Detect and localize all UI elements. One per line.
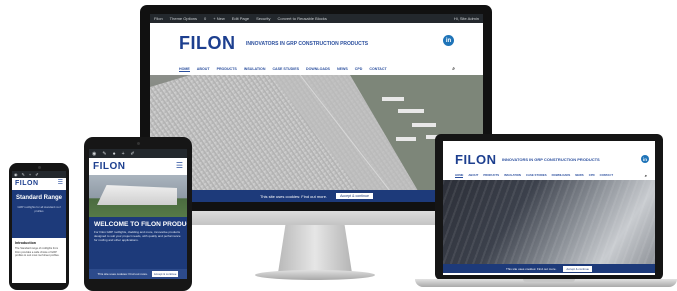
phone-page-banner: Standard Range GRP rooflights for all st… bbox=[12, 190, 66, 238]
site-logo[interactable]: FILON bbox=[179, 33, 236, 54]
admin-bar-item[interactable]: Theme Options bbox=[170, 16, 197, 21]
tablet-site-logo[interactable]: FILON bbox=[93, 161, 126, 172]
linkedin-icon[interactable]: in bbox=[641, 155, 649, 163]
intro-title: Introduction bbox=[15, 241, 36, 245]
admin-bar-item[interactable]: Security bbox=[256, 16, 270, 21]
nav-item-contact[interactable]: CONTACT bbox=[600, 173, 613, 177]
search-icon[interactable]: ⌕ bbox=[452, 66, 455, 72]
laptop-screen: FILON INNOVATORS IN GRP CONSTRUCTION PRO… bbox=[443, 141, 655, 275]
admin-bar-account[interactable]: Hi, Site Admin bbox=[454, 16, 479, 21]
hamburger-menu-icon[interactable]: ☰ bbox=[58, 179, 63, 186]
site-tagline: INNOVATORS IN GRP CONSTRUCTION PRODUCTS bbox=[246, 41, 369, 47]
nav-item-case-studies[interactable]: CASE STUDIES bbox=[526, 173, 547, 177]
phone-admin-bar: ◉ ✎ + ✐ bbox=[12, 171, 66, 178]
devices-mockup: Filon Theme Options 0 + New Edit Page Se… bbox=[0, 0, 677, 291]
tablet-screen: ◉ ✎ ● + ✐ FILON ☰ WELCOME TO FILON PRODU… bbox=[89, 149, 187, 279]
nav-item-cpd[interactable]: CPD bbox=[589, 173, 595, 177]
pencil-icon[interactable]: ✐ bbox=[35, 172, 38, 177]
search-icon[interactable]: ⌕ bbox=[645, 173, 647, 178]
add-new-icon[interactable]: + bbox=[29, 172, 31, 177]
laptop-site-header: FILON INNOVATORS IN GRP CONSTRUCTION PRO… bbox=[443, 141, 655, 169]
nav-item-about[interactable]: ABOUT bbox=[468, 173, 478, 177]
phone-screen: ◉ ✎ + ✐ FILON ☰ Standard Range GRP roofl… bbox=[12, 171, 66, 283]
site-header: FILON INNOVATORS IN GRP CONSTRUCTION PRO… bbox=[150, 23, 483, 63]
laptop-site-logo[interactable]: FILON bbox=[455, 152, 497, 167]
admin-bar-item[interactable]: 0 bbox=[204, 16, 206, 21]
cookie-accept-button[interactable]: Accept & continue bbox=[151, 271, 179, 277]
nav-item-products[interactable]: PRODUCTS bbox=[217, 67, 237, 71]
hero-image bbox=[150, 74, 483, 192]
edit-icon[interactable]: ✎ bbox=[22, 172, 25, 177]
nav-item-contact[interactable]: CONTACT bbox=[369, 67, 386, 71]
cookie-text: This site uses cookies: Find out more. bbox=[259, 193, 328, 199]
welcome-title: WELCOME TO FILON PRODUCTS bbox=[94, 221, 187, 228]
pencil-icon[interactable]: ✐ bbox=[131, 151, 135, 157]
laptop-hero-image bbox=[443, 180, 655, 264]
phone-intro-section: Introduction The Standard range of roofl… bbox=[12, 238, 66, 283]
nav-item-downloads[interactable]: DOWNLOADS bbox=[552, 173, 571, 177]
admin-bar-item[interactable]: + New bbox=[213, 16, 224, 21]
hamburger-menu-icon[interactable]: ☰ bbox=[176, 161, 183, 170]
hero-roof-photo bbox=[150, 74, 483, 192]
admin-bar-item[interactable]: Convert to Reusable Blocks bbox=[278, 16, 327, 21]
wordpress-icon[interactable]: ◉ bbox=[92, 151, 96, 157]
banner-subtitle: GRP rooflights for all standard roof pro… bbox=[17, 204, 61, 213]
welcome-text: For Filon GRP rooflights, cladding and m… bbox=[94, 230, 181, 242]
tablet-cookie-bar: This site uses cookies: Find out more. A… bbox=[89, 269, 187, 279]
phone-site-logo[interactable]: FILON bbox=[15, 180, 39, 187]
nav-item-products[interactable]: PRODUCTS bbox=[483, 173, 499, 177]
admin-bar-item[interactable]: Filon bbox=[154, 16, 163, 21]
edit-icon[interactable]: ✎ bbox=[102, 151, 106, 157]
laptop-site-tagline: INNOVATORS IN GRP CONSTRUCTION PRODUCTS bbox=[502, 157, 600, 162]
laptop-notch bbox=[523, 279, 575, 282]
desktop-monitor-stand bbox=[278, 225, 352, 273]
tablet-camera bbox=[137, 142, 140, 145]
nav-item-downloads[interactable]: DOWNLOADS bbox=[306, 67, 330, 71]
laptop-main-nav: HOME ABOUT PRODUCTS INSULATION CASE STUD… bbox=[443, 171, 655, 179]
cookie-bar: This site uses cookies: Find out more. A… bbox=[150, 190, 483, 202]
admin-bar: Filon Theme Options 0 + New Edit Page Se… bbox=[150, 14, 483, 23]
tablet-admin-bar: ◉ ✎ ● + ✐ bbox=[89, 149, 187, 158]
nav-item-insulation[interactable]: INSULATION bbox=[504, 173, 521, 177]
laptop-cookie-bar: This site uses cookies: Find out more. A… bbox=[443, 264, 655, 273]
cookie-text: This site uses cookies: Find out more. bbox=[97, 272, 148, 276]
nav-item-insulation[interactable]: INSULATION bbox=[244, 67, 266, 71]
wordpress-icon[interactable]: ◉ bbox=[14, 172, 18, 177]
desktop-screen: Filon Theme Options 0 + New Edit Page Se… bbox=[150, 14, 483, 202]
nav-item-cpd[interactable]: CPD bbox=[355, 67, 363, 71]
linkedin-icon[interactable]: in bbox=[443, 35, 454, 46]
nav-item-news[interactable]: NEWS bbox=[575, 173, 583, 177]
banner-title: Standard Range bbox=[15, 195, 62, 201]
cookie-accept-button[interactable]: Accept & continue bbox=[563, 265, 592, 272]
nav-item-home[interactable]: HOME bbox=[179, 67, 190, 72]
main-nav: HOME ABOUT PRODUCTS INSULATION CASE STUD… bbox=[150, 63, 483, 75]
updates-icon[interactable]: ● bbox=[113, 151, 116, 157]
phone-speaker bbox=[38, 166, 41, 169]
nav-item-news[interactable]: NEWS bbox=[337, 67, 348, 71]
phone-site-header: FILON ☰ bbox=[12, 178, 66, 190]
nav-item-case-studies[interactable]: CASE STUDIES bbox=[272, 67, 299, 71]
admin-bar-item[interactable]: Edit Page bbox=[232, 16, 249, 21]
intro-text: The Standard range of rooflights from Fi… bbox=[15, 247, 60, 258]
cookie-accept-button[interactable]: Accept & continue bbox=[336, 193, 374, 199]
nav-item-about[interactable]: ABOUT bbox=[197, 67, 210, 71]
cookie-text: This site uses cookies: Find out more. bbox=[506, 266, 557, 271]
desktop-monitor-foot bbox=[255, 270, 375, 280]
tablet-site-header: FILON ☰ bbox=[89, 158, 187, 175]
tablet-hero-image bbox=[89, 175, 187, 217]
add-new-icon[interactable]: + bbox=[122, 151, 125, 157]
nav-item-home[interactable]: HOME bbox=[455, 173, 464, 178]
